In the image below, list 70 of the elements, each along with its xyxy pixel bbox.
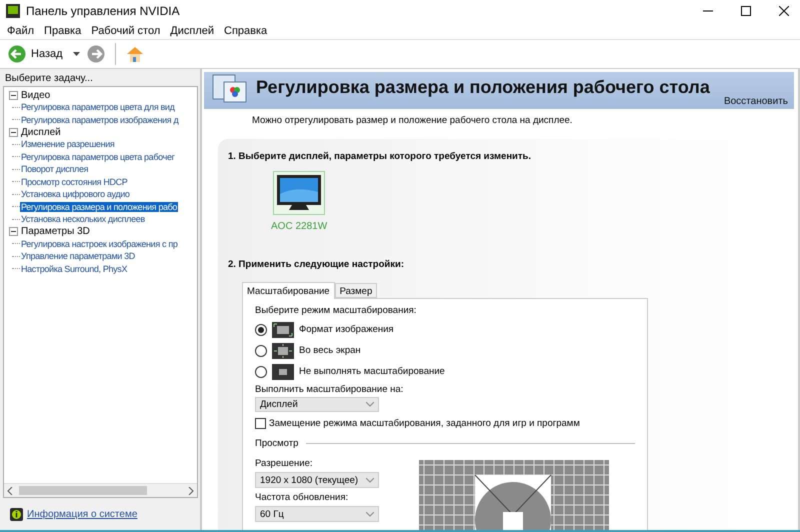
tree-item[interactable]: Регулировка параметров изображения д [20, 114, 180, 125]
field-label: Выполнить масштабирование на: [255, 384, 404, 395]
system-info-link[interactable]: Информация о системе [27, 508, 138, 520]
tree-item[interactable]: Изменение разрешения [20, 139, 116, 150]
tree-item[interactable]: Установка нескольких дисплеев [20, 214, 146, 224]
group-label: Просмотр [255, 438, 298, 449]
radio-button[interactable] [255, 324, 267, 336]
tree-item[interactable]: Регулировка размера и положения рабо [20, 202, 178, 212]
radio-label: Формат изображения [299, 324, 394, 335]
collapse-icon[interactable] [9, 128, 18, 136]
app-icon [6, 4, 20, 18]
tree-item[interactable]: Регулировка параметров цвета для вид [20, 102, 176, 112]
scaling-mode-icon [272, 322, 294, 338]
task-heading: Выберите задачу... [4, 72, 94, 86]
tab[interactable]: Масштабирование [242, 282, 335, 299]
chevron-down-icon [366, 478, 374, 482]
step-heading: 1. Выберите дисплей, параметры которого требуется изменить. [228, 151, 532, 162]
tree-item[interactable]: Регулировка настроек изображения с пр [20, 238, 179, 249]
tree-item[interactable]: Управление параметрами 3D [20, 251, 136, 262]
close-icon [779, 6, 789, 16]
field-label: Выберите режим масштабирования: [255, 305, 418, 316]
field-label: Частота обновления: [255, 492, 350, 503]
chevron-down-icon [366, 402, 374, 407]
maximize-icon [741, 6, 751, 16]
menu-item[interactable]: Рабочий стол [86, 24, 166, 36]
scroll-left-icon[interactable] [7, 486, 13, 494]
checkbox-label: Замещение режима масштабирования, заданного для игр и программ [269, 418, 580, 429]
collapse-icon[interactable] [9, 227, 18, 236]
radio-button[interactable] [255, 366, 267, 378]
resolution-dropdown[interactable]: 1920 x 1080 (текущее) [255, 472, 379, 488]
menu-item[interactable]: Дисплей [165, 24, 220, 36]
desktop-icon [212, 74, 248, 104]
window-title: Панель управления NVIDIA [26, 4, 181, 18]
dropdown-arrow-icon[interactable] [72, 52, 80, 56]
menu-item[interactable]: Файл [2, 24, 40, 36]
back-button[interactable]: Назад [8, 45, 63, 63]
menu-item[interactable]: Справка [219, 24, 272, 36]
radio-label: Не выполнять масштабирование [299, 366, 445, 377]
page-title: Регулировка размера и положения рабочего стола [256, 77, 711, 98]
home-icon[interactable] [126, 45, 144, 63]
scaling-target-dropdown[interactable]: Дисплей [255, 397, 379, 412]
page-description: Можно отрегулировать размер и положение рабочего стола на дисплее. [252, 115, 574, 126]
tree-item[interactable]: Просмотр состояния HDCP [20, 176, 128, 187]
collapse-icon[interactable] [9, 90, 18, 100]
tree-item[interactable]: Настройка Surround, PhysX [20, 264, 128, 274]
scaling-mode-icon [272, 364, 294, 380]
tree-group[interactable]: Параметры 3D [20, 226, 91, 237]
step-heading: 2. Применить следующие настройки: [228, 259, 406, 270]
tree-item[interactable]: Регулировка параметров цвета рабочег [20, 152, 176, 162]
info-icon [10, 508, 23, 520]
tab[interactable]: Размер [334, 283, 378, 298]
scaling-mode-icon [272, 342, 294, 358]
checkbox[interactable] [255, 418, 266, 429]
display-name: AOC 2281W [271, 221, 328, 232]
tree-item[interactable]: Поворот дисплея [20, 164, 90, 174]
forward-icon[interactable] [86, 45, 105, 63]
monitor-icon [276, 174, 322, 212]
chevron-down-icon [366, 512, 374, 516]
scroll-right-icon[interactable] [188, 486, 194, 494]
tree-group[interactable]: Видео [20, 90, 52, 100]
tree-group[interactable]: Дисплей [20, 126, 62, 138]
radio-button[interactable] [255, 344, 267, 356]
menu-item[interactable]: Правка [39, 24, 86, 36]
restore-link[interactable]: Восстановить [724, 96, 788, 109]
horizontal-scrollbar[interactable] [4, 483, 197, 497]
refresh-rate-dropdown[interactable]: 60 Гц [255, 506, 379, 522]
tree-item[interactable]: Установка цифрового аудио [20, 189, 131, 200]
display-tile[interactable] [273, 171, 326, 215]
radio-label: Во весь экран [299, 345, 361, 356]
field-label: Разрешение: [255, 458, 314, 469]
